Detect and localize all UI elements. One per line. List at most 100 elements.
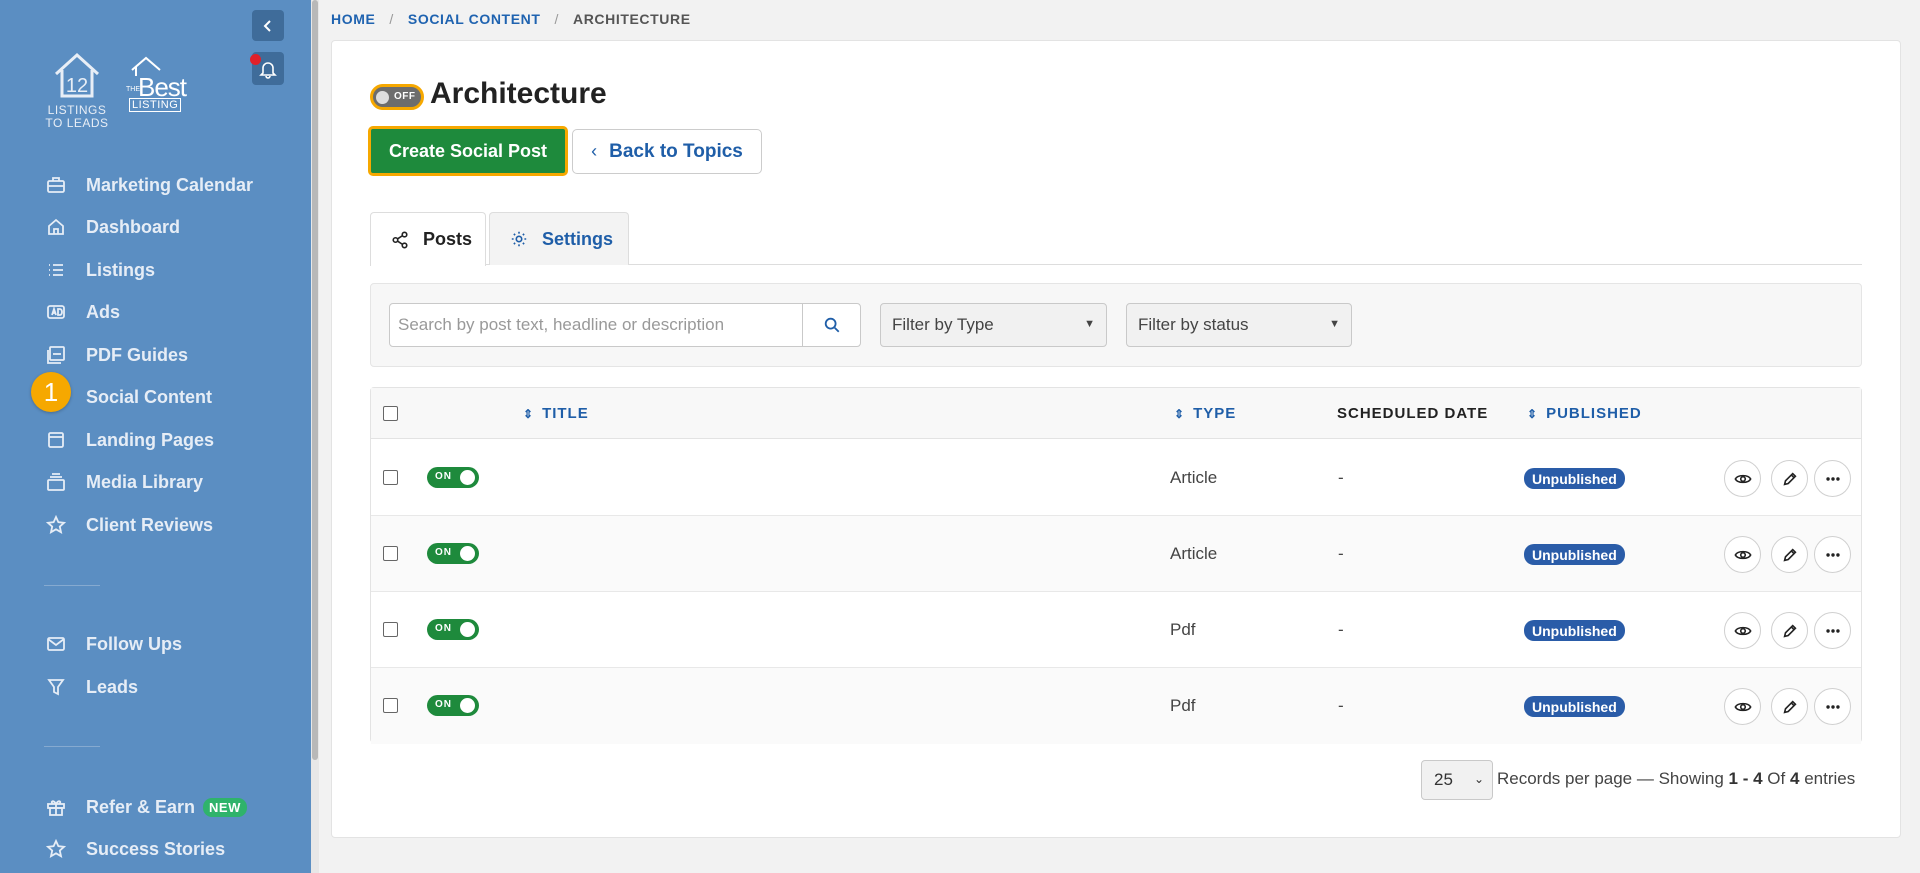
pencil-icon (1782, 547, 1797, 562)
tab-posts-label: Posts (423, 229, 473, 249)
more-options-button[interactable] (1814, 688, 1851, 725)
row-checkbox[interactable] (383, 698, 398, 713)
breadcrumb-social-content[interactable]: SOCIAL CONTENT (408, 11, 541, 27)
sidebar-item-refer-earn[interactable]: Refer & Earn NEW (44, 792, 247, 822)
share-icon (392, 231, 408, 248)
toggle-label: ON (435, 699, 452, 710)
toggle-label: ON (435, 623, 452, 634)
search-button[interactable] (802, 303, 861, 347)
listings-to-leads-logo[interactable]: 12 LISTINGS TO LEADS (42, 52, 112, 130)
sidebar-item-label: Client Reviews (86, 514, 214, 535)
topic-active-toggle[interactable]: OFF (370, 84, 424, 110)
records-suffix: entries (1804, 769, 1856, 788)
eye-icon (1733, 550, 1752, 559)
sidebar-item-leads[interactable]: Leads (44, 672, 138, 702)
select-all-checkbox[interactable] (383, 406, 398, 421)
briefcase-icon (44, 173, 68, 197)
sidebar-item-label: Landing Pages (86, 429, 215, 450)
toggle-knob (460, 470, 475, 485)
sidebar-item-client-reviews[interactable]: Client Reviews (44, 510, 213, 540)
table-row: ON Pdf - Unpublished (371, 592, 1861, 668)
edit-button[interactable] (1771, 612, 1808, 649)
eye-icon (1733, 626, 1752, 635)
table-row: ON Article - Unpublished (371, 440, 1861, 516)
view-button[interactable] (1724, 536, 1761, 573)
the-best-listing-logo[interactable]: THE Best LISTING (124, 56, 192, 116)
records-per-page-select[interactable]: 25 ⌄ (1421, 760, 1493, 800)
sort-icon: ⇕ (1174, 407, 1186, 421)
row-checkbox[interactable] (383, 470, 398, 485)
column-type-label: TYPE (1193, 405, 1237, 422)
toggle-knob (376, 91, 389, 104)
row-checkbox[interactable] (383, 622, 398, 637)
column-type[interactable]: ⇕ TYPE (1174, 405, 1236, 422)
sidebar-item-listings[interactable]: Listings (44, 255, 155, 285)
stack-icon (44, 470, 68, 494)
status-badge: Unpublished (1524, 620, 1625, 641)
logo-listing: LISTING (129, 98, 182, 112)
records-summary: Records per page — Showing 1 - 4 Of 4 en… (1497, 769, 1855, 789)
sidebar-scrollbar[interactable] (311, 0, 319, 873)
filter-type-select[interactable]: Filter by Type ▼ (880, 303, 1107, 347)
caret-down-icon: ▼ (1329, 318, 1340, 330)
search-input[interactable] (389, 303, 803, 347)
sidebar-item-label: Success Stories (86, 838, 226, 859)
row-checkbox[interactable] (383, 546, 398, 561)
sidebar-item-success-stories[interactable]: Success Stories (44, 834, 225, 864)
sidebar-item-landing-pages[interactable]: Landing Pages (44, 425, 214, 455)
filter-icon (44, 675, 68, 699)
post-active-toggle[interactable]: ON (427, 467, 479, 488)
breadcrumb-home[interactable]: HOME (331, 11, 375, 27)
logo-text-1: LISTINGS (47, 103, 107, 117)
edit-button[interactable] (1771, 688, 1808, 725)
sidebar: 12 LISTINGS TO LEADS THE Best LISTING Mar… (0, 0, 311, 873)
page-icon (44, 428, 68, 452)
view-button[interactable] (1724, 612, 1761, 649)
post-active-toggle[interactable]: ON (427, 543, 479, 564)
filter-status-select[interactable]: Filter by status ▼ (1126, 303, 1352, 347)
ellipsis-icon (1825, 552, 1840, 557)
sidebar-item-marketing-calendar[interactable]: Marketing Calendar (44, 170, 253, 200)
pencil-icon (1782, 471, 1797, 486)
toggle-label: OFF (394, 91, 416, 102)
table-row: ON Pdf - Unpublished (371, 668, 1861, 744)
edit-button[interactable] (1771, 460, 1808, 497)
table-header: ⇕ TITLE ⇕ TYPE SCHEDULED DATE ⇕ PUBLISHED (371, 388, 1861, 439)
collapse-sidebar-button[interactable] (252, 10, 284, 41)
back-to-topics-button[interactable]: ‹ Back to Topics (572, 129, 762, 174)
toggle-knob (460, 698, 475, 713)
edit-button[interactable] (1771, 536, 1808, 573)
sidebar-item-follow-ups[interactable]: Follow Ups (44, 629, 182, 659)
sidebar-item-ads[interactable]: Ads (44, 297, 120, 327)
status-badge: Unpublished (1524, 468, 1625, 489)
more-options-button[interactable] (1814, 612, 1851, 649)
cell-type: Pdf (1170, 696, 1196, 715)
view-button[interactable] (1724, 688, 1761, 725)
sidebar-item-media-library[interactable]: Media Library (44, 467, 203, 497)
toggle-knob (460, 622, 475, 637)
sidebar-item-label: Marketing Calendar (86, 174, 254, 195)
scrollbar-thumb[interactable] (312, 0, 318, 760)
sidebar-divider (44, 585, 100, 586)
sidebar-item-label: Refer & Earn (86, 796, 196, 817)
sidebar-item-pdf-guides[interactable]: PDF Guides (44, 340, 188, 370)
callout-1: 1 (31, 372, 71, 412)
cell-scheduled-date: - (1338, 620, 1344, 639)
tab-posts[interactable]: Posts (370, 212, 486, 266)
create-social-post-button[interactable]: Create Social Post (368, 126, 568, 176)
more-options-button[interactable] (1814, 460, 1851, 497)
mail-icon (44, 632, 68, 656)
tab-settings[interactable]: Settings (489, 212, 629, 265)
toggle-label: ON (435, 471, 452, 482)
column-title[interactable]: ⇕ TITLE (523, 405, 589, 422)
sidebar-item-dashboard[interactable]: Dashboard (44, 212, 180, 242)
pdf-icon (44, 343, 68, 367)
sidebar-item-label: Social Content (86, 386, 213, 407)
more-options-button[interactable] (1814, 536, 1851, 573)
cell-type: Article (1170, 544, 1218, 563)
post-active-toggle[interactable]: ON (427, 619, 479, 640)
column-published[interactable]: ⇕ PUBLISHED (1527, 405, 1642, 422)
post-active-toggle[interactable]: ON (427, 695, 479, 716)
view-button[interactable] (1724, 460, 1761, 497)
ad-icon (44, 300, 68, 324)
